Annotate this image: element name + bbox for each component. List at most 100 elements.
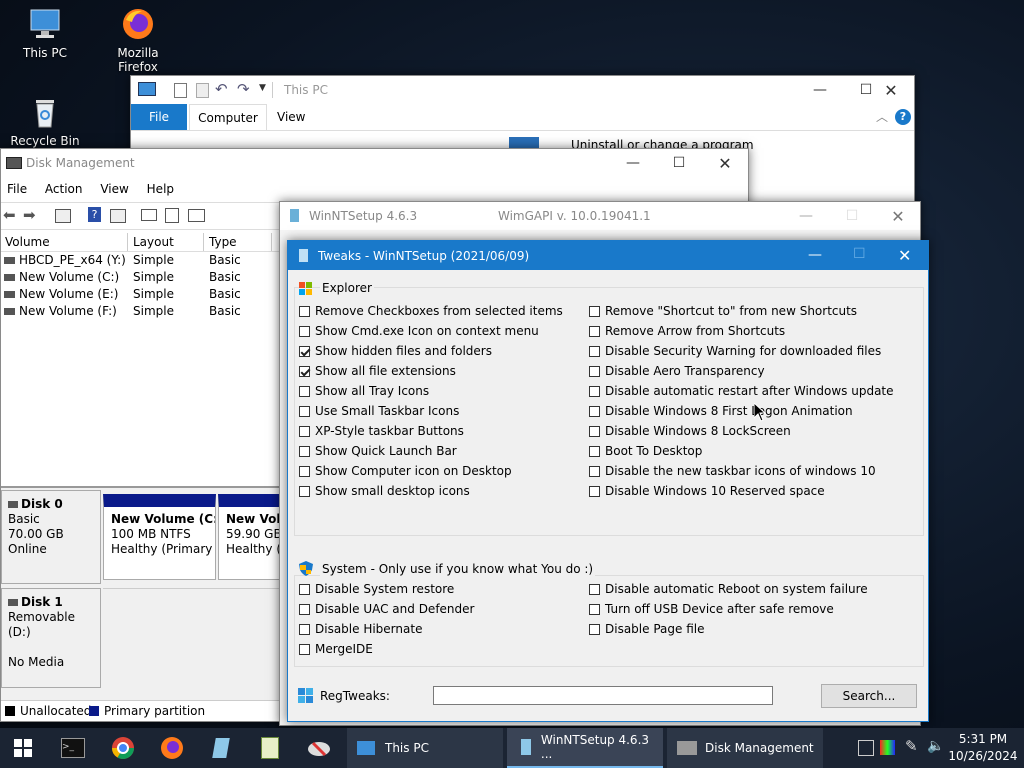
- menu-view[interactable]: View: [100, 182, 128, 196]
- console-tree-icon[interactable]: [55, 209, 71, 223]
- start-button[interactable]: [7, 732, 39, 764]
- undo-icon[interactable]: ↶: [215, 80, 228, 98]
- tweak-option[interactable]: Disable System restore: [299, 579, 454, 599]
- pen-icon[interactable]: ✎: [905, 737, 918, 755]
- tweaks-dialog[interactable]: Tweaks - WinNTSetup (2021/06/09) — ☐ ✕ E…: [287, 240, 929, 722]
- tweak-checkbox[interactable]: [589, 346, 600, 357]
- connect-icon[interactable]: [141, 209, 157, 221]
- table-row[interactable]: New Volume (E:) Simple Basic: [1, 286, 281, 303]
- network-icon[interactable]: [858, 740, 874, 756]
- tweak-checkbox[interactable]: [299, 446, 310, 457]
- tab-computer[interactable]: Computer: [189, 104, 267, 131]
- help-icon[interactable]: ?: [88, 207, 101, 222]
- taskbar-button-winntsetup[interactable]: WinNTSetup 4.6.3 ...: [507, 728, 663, 768]
- menu-action[interactable]: Action: [45, 182, 83, 196]
- tweak-option[interactable]: Remove "Shortcut to" from new Shortcuts: [589, 301, 857, 321]
- regtweaks-input[interactable]: [433, 686, 773, 705]
- table-row[interactable]: HBCD_PE_x64 (Y:) Simple Basic: [1, 252, 281, 269]
- tweak-checkbox[interactable]: [299, 624, 310, 635]
- tweak-checkbox[interactable]: [299, 604, 310, 615]
- tweak-option[interactable]: Show all file extensions: [299, 361, 456, 381]
- taskbar-button-this-pc[interactable]: This PC: [347, 728, 503, 768]
- tweak-option[interactable]: Disable automatic Reboot on system failu…: [589, 579, 868, 599]
- tweak-checkbox[interactable]: [299, 346, 310, 357]
- tweak-option[interactable]: Remove Checkboxes from selected items: [299, 301, 563, 321]
- menu-file[interactable]: File: [7, 182, 27, 196]
- forward-arrow-icon[interactable]: ➡: [23, 206, 36, 224]
- tweak-option[interactable]: Disable Hibernate: [299, 619, 422, 639]
- tweak-option[interactable]: MergeIDE: [299, 639, 373, 659]
- winntsetup-titlebar[interactable]: WinNTSetup 4.6.3 WimGAPI v. 10.0.19041.1…: [280, 202, 920, 230]
- chevron-up-icon[interactable]: ︿: [876, 108, 888, 125]
- close-button[interactable]: ✕: [875, 202, 921, 230]
- cmd-icon[interactable]: >_: [57, 732, 89, 764]
- check-icon[interactable]: [165, 208, 179, 223]
- tweak-option[interactable]: Show all Tray Icons: [299, 381, 429, 401]
- clock[interactable]: 5:31 PM 10/26/2024: [946, 731, 1020, 765]
- maximize-button[interactable]: ☐: [656, 149, 702, 177]
- notepad-icon[interactable]: [254, 732, 286, 764]
- tweak-checkbox[interactable]: [589, 386, 600, 397]
- table-row[interactable]: New Volume (F:) Simple Basic: [1, 303, 281, 320]
- close-button[interactable]: ✕: [898, 246, 911, 265]
- menu-help[interactable]: Help: [147, 182, 174, 196]
- tweak-checkbox[interactable]: [299, 326, 310, 337]
- tweak-checkbox[interactable]: [299, 386, 310, 397]
- view-icon[interactable]: [110, 209, 126, 223]
- tweak-checkbox[interactable]: [589, 446, 600, 457]
- tweak-option[interactable]: Show Quick Launch Bar: [299, 441, 457, 461]
- desktop-icon-this-pc[interactable]: This PC: [5, 6, 85, 60]
- tweak-checkbox[interactable]: [589, 366, 600, 377]
- tweak-option[interactable]: Show small desktop icons: [299, 481, 470, 501]
- back-arrow-icon[interactable]: ⬅: [3, 206, 16, 224]
- column-header-type[interactable]: Type: [209, 235, 237, 249]
- tweak-option[interactable]: XP-Style taskbar Buttons: [299, 421, 464, 441]
- tweak-option[interactable]: Disable Windows 10 Reserved space: [589, 481, 825, 501]
- tweak-checkbox[interactable]: [299, 584, 310, 595]
- tweak-checkbox[interactable]: [589, 486, 600, 497]
- tweak-option[interactable]: Disable UAC and Defender: [299, 599, 474, 619]
- tweak-checkbox[interactable]: [299, 366, 310, 377]
- help-icon[interactable]: ?: [895, 109, 911, 125]
- tweaks-titlebar[interactable]: Tweaks - WinNTSetup (2021/06/09) — ☐ ✕: [288, 241, 928, 270]
- tweak-option[interactable]: Disable Page file: [589, 619, 704, 639]
- explorer-titlebar[interactable]: ↶ ↷ ▼ This PC — ☐ ✕: [131, 76, 914, 104]
- minimize-button[interactable]: —: [808, 247, 822, 263]
- close-button[interactable]: ✕: [868, 76, 914, 104]
- tweak-checkbox[interactable]: [299, 426, 310, 437]
- taskbar-button-disk-management[interactable]: Disk Management: [667, 728, 823, 768]
- tab-view[interactable]: View: [277, 104, 311, 130]
- tweak-checkbox[interactable]: [589, 406, 600, 417]
- disk-0-label[interactable]: Disk 0 Basic 70.00 GB Online: [1, 490, 101, 584]
- desktop-icon-recycle-bin[interactable]: Recycle Bin: [5, 94, 85, 148]
- tweak-checkbox[interactable]: [589, 624, 600, 635]
- chrome-icon[interactable]: [107, 732, 139, 764]
- table-row[interactable]: New Volume (C:) Simple Basic: [1, 269, 281, 286]
- minimize-button[interactable]: —: [610, 149, 656, 177]
- minimize-button[interactable]: —: [797, 76, 843, 104]
- tweak-option[interactable]: Show Computer icon on Desktop: [299, 461, 512, 481]
- tweak-checkbox[interactable]: [589, 584, 600, 595]
- tweak-option[interactable]: Boot To Desktop: [589, 441, 702, 461]
- column-header-volume[interactable]: Volume: [5, 235, 50, 249]
- tweak-option[interactable]: Turn off USB Device after safe remove: [589, 599, 834, 619]
- tool-icon[interactable]: [303, 732, 335, 764]
- maximize-button[interactable]: ☐: [853, 246, 866, 262]
- properties-icon[interactable]: [188, 209, 205, 222]
- close-button[interactable]: ✕: [702, 149, 748, 177]
- tweak-checkbox[interactable]: [589, 306, 600, 317]
- winntsetup-taskbar-icon[interactable]: [205, 732, 237, 764]
- tweak-option[interactable]: Disable automatic restart after Windows …: [589, 381, 894, 401]
- search-button[interactable]: Search...: [821, 684, 917, 708]
- tweak-option[interactable]: Disable the new taskbar icons of windows…: [589, 461, 876, 481]
- disk-management-titlebar[interactable]: Disk Management — ☐ ✕: [1, 149, 748, 177]
- tweak-checkbox[interactable]: [299, 466, 310, 477]
- firefox-icon[interactable]: [156, 732, 188, 764]
- tweak-checkbox[interactable]: [589, 426, 600, 437]
- tweak-checkbox[interactable]: [299, 406, 310, 417]
- tweak-option[interactable]: Show Cmd.exe Icon on context menu: [299, 321, 539, 341]
- tweak-option[interactable]: Disable Security Warning for downloaded …: [589, 341, 881, 361]
- volume-icon[interactable]: 🔈: [927, 738, 944, 754]
- color-icon[interactable]: [880, 740, 895, 755]
- tweak-checkbox[interactable]: [299, 486, 310, 497]
